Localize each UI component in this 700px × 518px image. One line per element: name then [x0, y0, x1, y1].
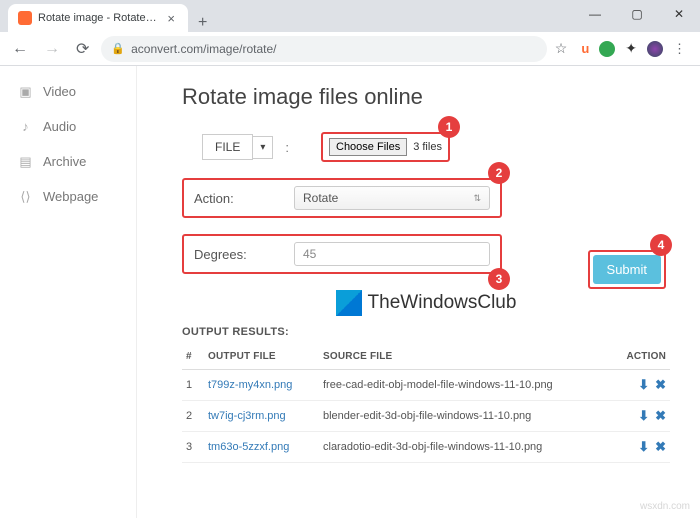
- annotation-box-2: Action: Rotate ⇅ 2: [182, 178, 502, 218]
- col-source: SOURCE FILE: [319, 344, 610, 370]
- reload-button[interactable]: ⟳: [72, 39, 93, 59]
- source-file: free-cad-edit-obj-model-file-windows-11-…: [319, 370, 610, 401]
- degrees-input[interactable]: 45: [294, 242, 490, 266]
- cell-num: 2: [182, 401, 204, 432]
- ext-icon-1[interactable]: u: [581, 41, 589, 56]
- action-value: Rotate: [303, 191, 338, 205]
- delete-icon[interactable]: ✖: [655, 439, 666, 454]
- menu-icon[interactable]: ⋮: [673, 41, 686, 57]
- annotation-box-3: Degrees: 45 3: [182, 234, 502, 274]
- main-content: Rotate image files online FILE ▾ : Choos…: [137, 66, 700, 518]
- close-button[interactable]: ✕: [658, 0, 700, 28]
- file-count-label: 3 files: [413, 141, 442, 153]
- cell-num: 3: [182, 432, 204, 463]
- tab-title: Rotate image - Rotate JPG, PNG: [38, 12, 158, 24]
- output-file-link[interactable]: tm63o-5zzxf.png: [204, 432, 319, 463]
- webpage-icon: ⟨⟩: [18, 189, 33, 204]
- sidebar-item-webpage[interactable]: ⟨⟩ Webpage: [0, 179, 136, 214]
- submit-button[interactable]: Submit: [593, 255, 661, 284]
- sidebar-item-label: Audio: [43, 119, 76, 134]
- video-icon: ▣: [18, 84, 33, 99]
- browser-titlebar: Rotate image - Rotate JPG, PNG × + — ▢ ✕: [0, 0, 700, 32]
- extensions-icon[interactable]: ✦: [625, 40, 637, 57]
- back-button[interactable]: ←: [8, 40, 32, 58]
- url-text: aconvert.com/image/rotate/: [131, 42, 276, 56]
- archive-icon: ▤: [18, 154, 33, 169]
- minimize-button[interactable]: —: [574, 0, 616, 28]
- delete-icon[interactable]: ✖: [655, 377, 666, 392]
- logo-text: TheWindowsClub: [368, 292, 517, 314]
- download-icon[interactable]: ⬇: [638, 439, 649, 454]
- results-heading: OUTPUT RESULTS:: [182, 326, 670, 338]
- maximize-button[interactable]: ▢: [616, 0, 658, 28]
- output-file-link[interactable]: tw7ig-cj3rm.png: [204, 401, 319, 432]
- output-file-link[interactable]: t799z-my4xn.png: [204, 370, 319, 401]
- annotation-badge-3: 3: [488, 268, 510, 290]
- lock-icon: 🔒: [111, 42, 125, 55]
- browser-tab[interactable]: Rotate image - Rotate JPG, PNG ×: [8, 4, 188, 32]
- file-source-dropdown[interactable]: ▾: [253, 136, 273, 159]
- action-select[interactable]: Rotate ⇅: [294, 186, 490, 210]
- source-file: claradotio-edit-3d-obj-file-windows-11-1…: [319, 432, 610, 463]
- table-row: 3tm63o-5zzxf.pngclaradotio-edit-3d-obj-f…: [182, 432, 670, 463]
- annotation-badge-2: 2: [488, 162, 510, 184]
- sidebar-item-archive[interactable]: ▤ Archive: [0, 144, 136, 179]
- annotation-box-1: Choose Files 3 files 1: [321, 132, 450, 162]
- cell-num: 1: [182, 370, 204, 401]
- table-row: 1t799z-my4xn.pngfree-cad-edit-obj-model-…: [182, 370, 670, 401]
- col-num: #: [182, 344, 204, 370]
- action-label: Action:: [194, 191, 294, 206]
- table-row: 2tw7ig-cj3rm.pngblender-edit-3d-obj-file…: [182, 401, 670, 432]
- download-icon[interactable]: ⬇: [638, 408, 649, 423]
- delete-icon[interactable]: ✖: [655, 408, 666, 423]
- degrees-label: Degrees:: [194, 247, 294, 262]
- sidebar-item-label: Video: [43, 84, 76, 99]
- new-tab-button[interactable]: +: [188, 14, 217, 32]
- extensions: u ✦ ⋮: [575, 40, 692, 57]
- tab-favicon: [18, 11, 32, 25]
- choose-files-button[interactable]: Choose Files: [329, 138, 407, 156]
- download-icon[interactable]: ⬇: [638, 377, 649, 392]
- results-table: # OUTPUT FILE SOURCE FILE ACTION 1t799z-…: [182, 344, 670, 463]
- watermark-logo: TheWindowsClub: [182, 290, 670, 316]
- annotation-box-4: Submit 4: [588, 250, 666, 289]
- ext-icon-2[interactable]: [599, 41, 615, 57]
- bookmark-icon[interactable]: ☆: [555, 40, 568, 57]
- close-icon[interactable]: ×: [164, 11, 178, 26]
- annotation-badge-4: 4: [650, 234, 672, 256]
- sidebar-item-label: Archive: [43, 154, 86, 169]
- profile-avatar[interactable]: [647, 41, 663, 57]
- address-bar: ← → ⟳ 🔒 aconvert.com/image/rotate/ ☆ u ✦…: [0, 32, 700, 66]
- watermark-text: wsxdn.com: [640, 501, 690, 512]
- col-output: OUTPUT FILE: [204, 344, 319, 370]
- page-title: Rotate image files online: [182, 84, 670, 110]
- file-source-button[interactable]: FILE: [202, 134, 253, 160]
- annotation-badge-1: 1: [438, 116, 460, 138]
- source-file: blender-edit-3d-obj-file-windows-11-10.p…: [319, 401, 610, 432]
- audio-icon: ♪: [18, 119, 33, 134]
- forward-button[interactable]: →: [40, 40, 64, 58]
- logo-icon: [336, 290, 362, 316]
- chevron-updown-icon: ⇅: [473, 193, 481, 204]
- sidebar-item-audio[interactable]: ♪ Audio: [0, 109, 136, 144]
- sidebar: ▣ Video ♪ Audio ▤ Archive ⟨⟩ Webpage: [0, 66, 137, 518]
- sidebar-item-video[interactable]: ▣ Video: [0, 74, 136, 109]
- window-controls: — ▢ ✕: [574, 0, 700, 32]
- col-action: ACTION: [610, 344, 670, 370]
- sidebar-item-label: Webpage: [43, 189, 98, 204]
- url-input[interactable]: 🔒 aconvert.com/image/rotate/: [101, 36, 546, 62]
